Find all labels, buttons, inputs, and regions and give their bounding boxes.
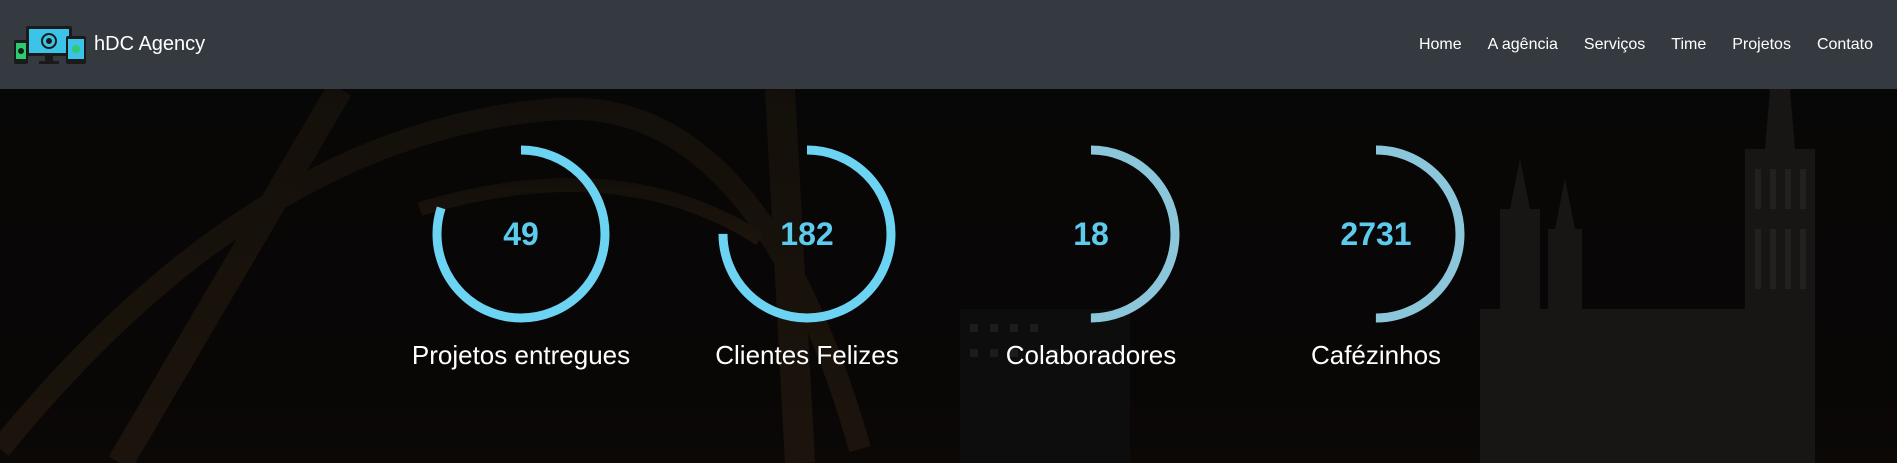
stat-value: 18 xyxy=(1073,215,1109,252)
stat-value: 182 xyxy=(780,215,834,252)
progress-ring: 182 xyxy=(717,144,897,324)
stat-label: Projetos entregues xyxy=(411,340,631,370)
progress-ring: 18 xyxy=(1001,144,1181,324)
nav-projetos[interactable]: Projetos xyxy=(1732,36,1791,54)
brand-name: hDC Agency xyxy=(94,33,206,55)
stat-value: 2731 xyxy=(1340,215,1412,252)
top-navbar: hDC Agency Home A agência Serviços Time … xyxy=(0,0,1897,89)
city-bridge-background-image xyxy=(0,89,1897,463)
stat-projetos: 49 Projetos entregues xyxy=(401,89,641,371)
nav-servicos[interactable]: Serviços xyxy=(1584,36,1645,54)
progress-ring: 2731 xyxy=(1286,144,1466,324)
stat-colaboradores: 18 Colaboradores xyxy=(971,89,1211,371)
nav-home[interactable]: Home xyxy=(1419,36,1462,54)
stat-clientes: 182 Clientes Felizes xyxy=(687,89,927,371)
stat-label: Clientes Felizes xyxy=(715,340,899,370)
nav-a-agencia[interactable]: A agência xyxy=(1488,36,1558,54)
responsive-devices-icon xyxy=(14,25,86,64)
nav-time[interactable]: Time xyxy=(1671,36,1706,54)
stats-section: 49 Projetos entregues 182 Clientes Feliz… xyxy=(0,89,1897,463)
progress-ring: 49 xyxy=(431,144,611,324)
nav-contato[interactable]: Contato xyxy=(1817,36,1873,54)
stat-label: Colaboradores xyxy=(1005,340,1177,370)
stat-label: Cafézinhos xyxy=(1310,340,1442,370)
stat-cafezinhos: 2731 Cafézinhos xyxy=(1256,89,1496,371)
brand-link[interactable]: hDC Agency xyxy=(12,24,205,66)
stat-value: 49 xyxy=(503,215,539,252)
main-nav: Home A agência Serviços Time Projetos Co… xyxy=(1419,36,1873,54)
